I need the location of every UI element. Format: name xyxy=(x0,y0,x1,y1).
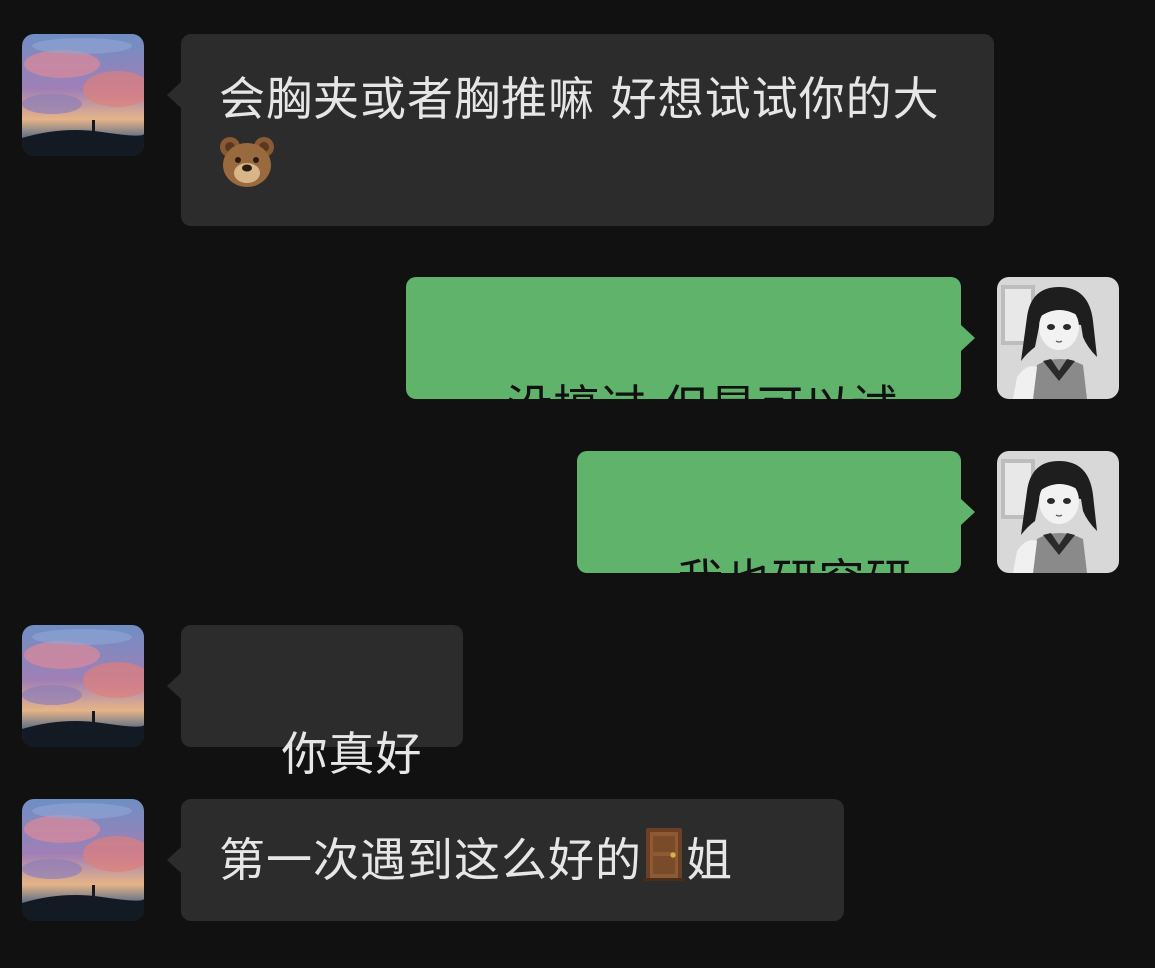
manga-girl-avatar[interactable] xyxy=(997,451,1119,573)
message-text: 我也研究研究 xyxy=(615,554,913,676)
sunset-avatar-image xyxy=(22,34,144,156)
sunset-avatar-image xyxy=(22,625,144,747)
bubble-tail xyxy=(961,325,975,351)
sunset-avatar[interactable] xyxy=(22,625,144,747)
bubble-tail xyxy=(961,499,975,525)
sunset-avatar-image xyxy=(22,799,144,921)
bear-face-icon xyxy=(219,135,275,189)
message-text: 会胸夹或者胸推嘛 好想试试你的大 xyxy=(219,72,940,126)
bubble-tail xyxy=(167,847,181,873)
message-text-part-2: 姐 xyxy=(686,833,733,887)
message-bubble[interactable]: 没搞过 但是可以试试 xyxy=(406,277,961,502)
manga-girl-avatar-image xyxy=(997,277,1119,399)
sunset-avatar[interactable] xyxy=(22,34,144,156)
message-bubble[interactable]: 会胸夹或者胸推嘛 好想试试你的大 xyxy=(181,34,994,226)
message-bubble[interactable]: 我也研究研究 xyxy=(577,451,961,676)
message-bubble[interactable]: 你真好～ xyxy=(181,625,463,849)
sunset-avatar[interactable] xyxy=(22,799,144,921)
message-text-part-1: 第一次遇到这么好的 xyxy=(219,833,642,887)
manga-girl-avatar-image xyxy=(997,451,1119,573)
door-icon xyxy=(642,826,686,882)
manga-girl-avatar[interactable] xyxy=(997,277,1119,399)
bubble-tail xyxy=(167,82,181,108)
bubble-tail xyxy=(167,673,181,699)
message-bubble[interactable]: 第一次遇到这么好的 姐 xyxy=(181,799,844,921)
